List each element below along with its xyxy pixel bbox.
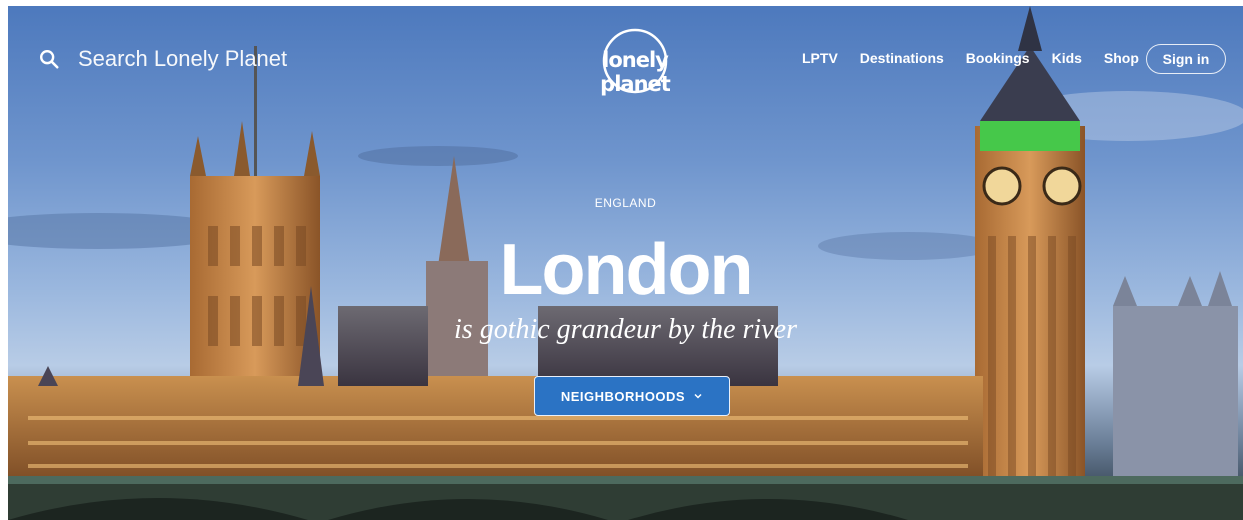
- hero-banner: lonely planet LPTV Destinations Bookings…: [8, 6, 1243, 520]
- nav-item-lptv[interactable]: LPTV: [802, 50, 838, 66]
- tagline: is gothic grandeur by the river: [454, 314, 797, 345]
- search-input[interactable]: [78, 46, 318, 72]
- logo-text: lonely planet: [600, 48, 671, 96]
- sign-in-button[interactable]: Sign in: [1146, 44, 1226, 74]
- main-nav: LPTV Destinations Bookings Kids Shop: [802, 50, 1161, 66]
- page-title: London: [499, 230, 754, 310]
- lonely-planet-logo[interactable]: lonely planet: [565, 26, 705, 96]
- search-icon[interactable]: [38, 48, 60, 70]
- search-bar[interactable]: [38, 46, 318, 72]
- nav-item-kids[interactable]: Kids: [1052, 50, 1082, 66]
- neighborhoods-button[interactable]: NEIGHBORHOODS: [534, 376, 730, 416]
- nav-item-shop[interactable]: Shop: [1104, 50, 1139, 66]
- neighborhoods-button-label: NEIGHBORHOODS: [560, 388, 686, 404]
- nav-item-bookings[interactable]: Bookings: [966, 50, 1030, 66]
- chevron-down-icon: [694, 393, 702, 399]
- nav-item-destinations[interactable]: Destinations: [860, 50, 944, 66]
- country-label[interactable]: ENGLAND: [8, 196, 1243, 210]
